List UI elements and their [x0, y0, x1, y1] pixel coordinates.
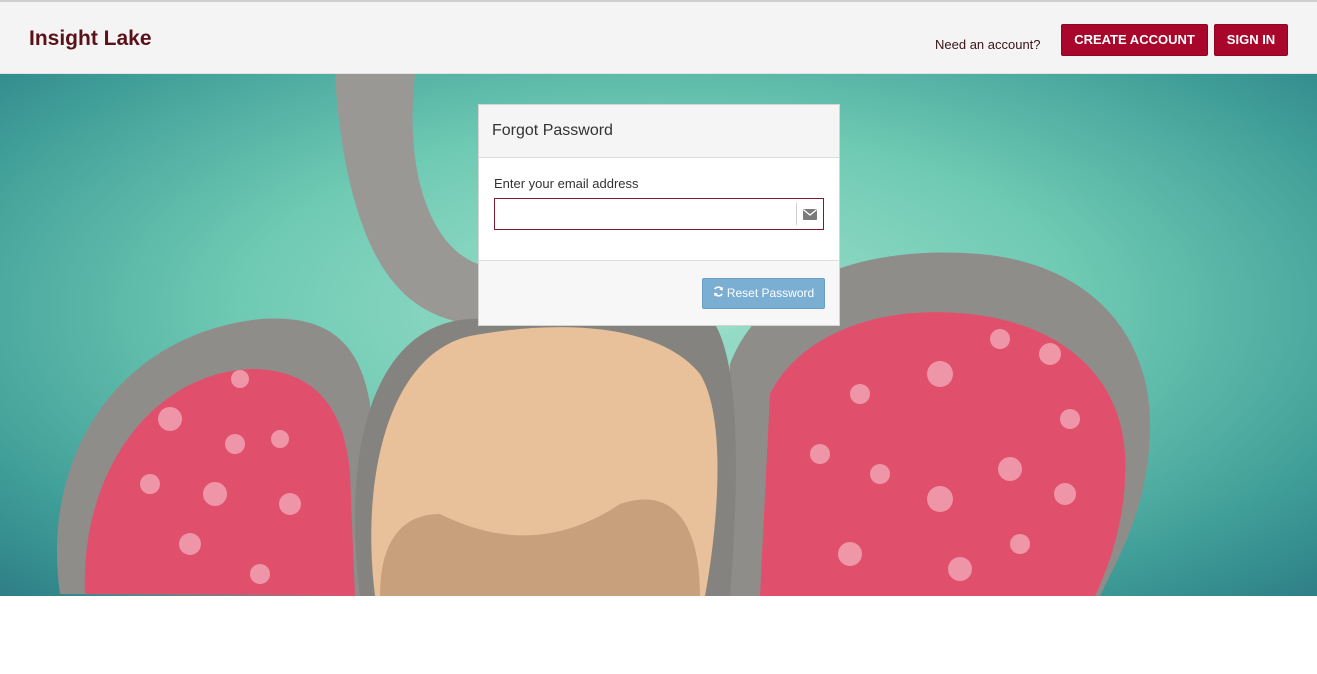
email-input[interactable] — [495, 199, 795, 229]
sign-in-button[interactable]: SIGN IN — [1214, 24, 1288, 56]
panel-footer: Reset Password — [479, 261, 839, 325]
email-input-group — [494, 198, 824, 230]
panel-body: Enter your email address — [479, 158, 839, 261]
navbar: Insight Lake Need an account? CREATE ACC… — [0, 2, 1317, 74]
envelope-icon — [796, 203, 823, 225]
brand-logo[interactable]: Insight Lake — [29, 27, 152, 51]
need-account-text: Need an account? — [935, 37, 1041, 52]
reset-password-button[interactable]: Reset Password — [702, 278, 825, 309]
forgot-password-panel: Forgot Password Enter your email address — [478, 104, 840, 326]
refresh-icon — [713, 279, 724, 308]
create-account-button[interactable]: CREATE ACCOUNT — [1061, 24, 1208, 56]
reset-password-label: Reset Password — [726, 286, 815, 300]
email-label: Enter your email address — [494, 176, 639, 191]
panel-title: Forgot Password — [479, 105, 839, 158]
